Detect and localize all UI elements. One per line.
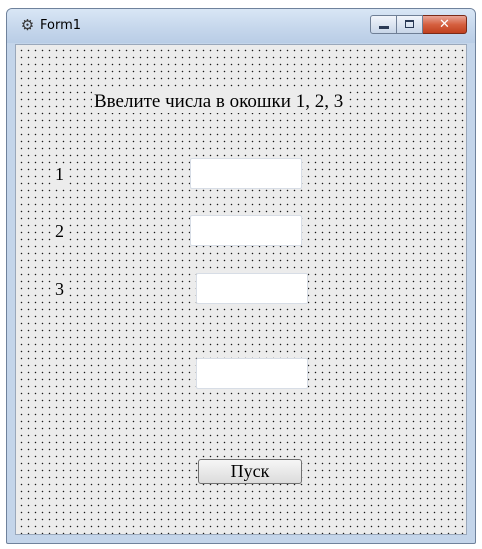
field-1-input[interactable]: [190, 158, 302, 189]
title-bar[interactable]: ⚙ Form1 ✕: [7, 9, 475, 43]
field-3-label: 3: [53, 279, 66, 300]
form-design-surface[interactable]: Ввелите числа в окошки 1, 2, 3 1 2 3 Пус…: [15, 44, 467, 535]
close-icon: ✕: [439, 17, 450, 32]
close-button[interactable]: ✕: [423, 15, 467, 34]
form-window: ⚙ Form1 ✕ Ввелите числа в окошки 1, 2, 3…: [6, 8, 476, 544]
minimize-icon: [379, 26, 389, 29]
app-icon: ⚙: [20, 16, 35, 34]
result-input[interactable]: [196, 358, 308, 389]
instruction-label: Ввелите числа в окошки 1, 2, 3: [92, 91, 346, 113]
window-title: Form1: [40, 18, 82, 33]
maximize-icon: [405, 20, 414, 28]
caption-buttons: ✕: [370, 15, 467, 35]
field-2-input[interactable]: [190, 215, 302, 246]
maximize-button[interactable]: [397, 15, 423, 34]
minimize-button[interactable]: [370, 15, 397, 34]
field-3-input[interactable]: [196, 273, 308, 304]
field-2-label: 2: [53, 221, 66, 242]
field-1-label: 1: [53, 164, 66, 185]
start-button[interactable]: Пуск: [198, 459, 302, 484]
